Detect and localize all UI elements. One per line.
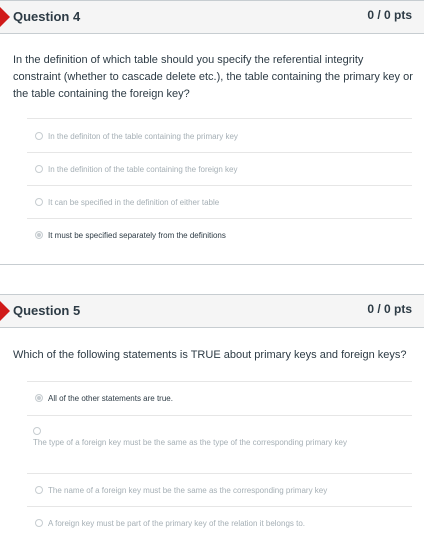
radio-icon[interactable] xyxy=(35,132,43,140)
incorrect-arrow-icon xyxy=(0,301,10,321)
radio-icon[interactable] xyxy=(35,519,43,527)
q4-answer-4[interactable]: It must be specified separately from the… xyxy=(27,218,412,253)
answer-label: The name of a foreign key must be the sa… xyxy=(48,486,328,495)
question-separator xyxy=(0,264,424,265)
question-5-title: Question 5 xyxy=(13,303,81,318)
answer-label: In the definiton of the table containing… xyxy=(48,132,238,141)
q4-answer-1[interactable]: In the definiton of the table containing… xyxy=(27,118,412,153)
radio-icon[interactable] xyxy=(35,198,43,206)
q5-answer-1[interactable]: All of the other statements are true. xyxy=(27,381,412,416)
answer-label: In the definition of the table containin… xyxy=(48,165,238,174)
question-5-points: 0 / 0 pts xyxy=(367,302,412,316)
question-5-text: Which of the following statements is TRU… xyxy=(13,349,407,361)
radio-selected-icon[interactable] xyxy=(35,231,43,239)
question-5-header: Question 5 0 / 0 pts xyxy=(0,294,424,328)
q4-answer-3[interactable]: It can be specified in the definition of… xyxy=(27,185,412,219)
answer-label: All of the other statements are true. xyxy=(48,394,173,403)
answer-label: It must be specified separately from the… xyxy=(48,231,226,240)
radio-icon[interactable] xyxy=(35,165,43,173)
q4-answer-2[interactable]: In the definition of the table containin… xyxy=(27,152,412,186)
q5-answer-2[interactable]: The type of a foreign key must be the sa… xyxy=(27,415,412,474)
question-4-points: 0 / 0 pts xyxy=(367,8,412,22)
question-4-title: Question 4 xyxy=(13,9,81,24)
question-4-header: Question 4 0 / 0 pts xyxy=(0,0,424,34)
incorrect-arrow-icon xyxy=(0,7,10,27)
question-4-text: In the definition of which table should … xyxy=(13,54,413,100)
q5-answer-3[interactable]: The name of a foreign key must be the sa… xyxy=(27,473,412,507)
answer-label: The type of a foreign key must be the sa… xyxy=(33,438,347,447)
answer-label: It can be specified in the definition of… xyxy=(48,198,220,207)
radio-selected-icon[interactable] xyxy=(35,394,43,402)
radio-icon[interactable] xyxy=(33,427,41,435)
radio-icon[interactable] xyxy=(35,486,43,494)
answer-label: A foreign key must be part of the primar… xyxy=(48,519,306,528)
q5-answer-4[interactable]: A foreign key must be part of the primar… xyxy=(27,506,412,541)
